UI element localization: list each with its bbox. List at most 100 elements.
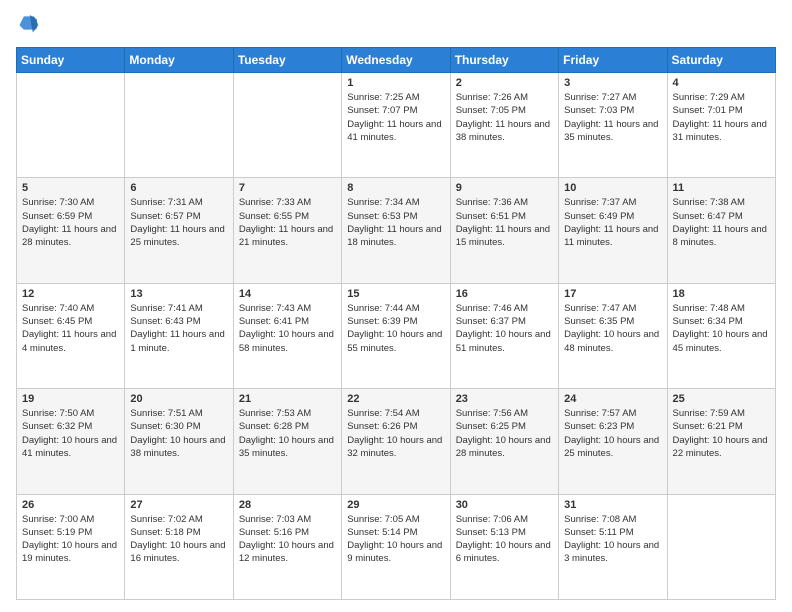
day-number: 25 <box>673 393 770 405</box>
day-number: 11 <box>673 182 770 194</box>
calendar-cell: 25 Sunrise: 7:59 AM Sunset: 6:21 PM Dayli… <box>667 389 775 494</box>
day-number: 3 <box>564 77 661 89</box>
calendar-cell: 12Sunrise: 7:40 AM Sunset: 6:45 PM Dayli… <box>17 283 125 388</box>
day-number: 31 <box>564 499 661 511</box>
calendar-week-row: 26Sunrise: 7:00 AM Sunset: 5:19 PM Dayli… <box>17 494 776 599</box>
day-number: 6 <box>130 182 227 194</box>
day-number: 10 <box>564 182 661 194</box>
calendar-week-row: 12Sunrise: 7:40 AM Sunset: 6:45 PM Dayli… <box>17 283 776 388</box>
header <box>16 12 776 39</box>
day-number: 17 <box>564 288 661 300</box>
weekday-header: Wednesday <box>342 48 450 73</box>
day-info: Sunrise: 7:06 AM Sunset: 5:13 PM Dayligh… <box>456 513 553 566</box>
day-number: 30 <box>456 499 553 511</box>
day-info: Sunrise: 7:38 AM Sunset: 6:47 PM Dayligh… <box>673 196 770 249</box>
day-info: Sunrise: 7:33 AM Sunset: 6:55 PM Dayligh… <box>239 196 336 249</box>
calendar-cell: 4 Sunrise: 7:29 AM Sunset: 7:01 PM Daylig… <box>667 73 775 178</box>
day-number: 7 <box>239 182 336 194</box>
day-info: Sunrise: 7:50 AM Sunset: 6:32 PM Dayligh… <box>22 407 119 460</box>
day-info: Sunrise: 7:53 AM Sunset: 6:28 PM Dayligh… <box>239 407 336 460</box>
day-number: 27 <box>130 499 227 511</box>
day-number: 29 <box>347 499 444 511</box>
day-number: 8 <box>347 182 444 194</box>
day-info: Sunrise: 7:57 AM Sunset: 6:23 PM Dayligh… <box>564 407 661 460</box>
day-number: 14 <box>239 288 336 300</box>
weekday-header: Tuesday <box>233 48 341 73</box>
calendar-cell: 8Sunrise: 7:34 AM Sunset: 6:53 PM Daylig… <box>342 178 450 283</box>
calendar-week-row: 5 Sunrise: 7:30 AM Sunset: 6:59 PM Daylig… <box>17 178 776 283</box>
day-number: 9 <box>456 182 553 194</box>
calendar-cell: 1Sunrise: 7:25 AM Sunset: 7:07 PM Daylig… <box>342 73 450 178</box>
day-info: Sunrise: 7:29 AM Sunset: 7:01 PM Dayligh… <box>673 91 770 144</box>
day-info: Sunrise: 7:51 AM Sunset: 6:30 PM Dayligh… <box>130 407 227 460</box>
day-info: Sunrise: 7:46 AM Sunset: 6:37 PM Dayligh… <box>456 302 553 355</box>
calendar-cell: 27 Sunrise: 7:02 AM Sunset: 5:18 PM Dayli… <box>125 494 233 599</box>
calendar-cell: 6 Sunrise: 7:31 AM Sunset: 6:57 PM Daylig… <box>125 178 233 283</box>
day-info: Sunrise: 7:36 AM Sunset: 6:51 PM Dayligh… <box>456 196 553 249</box>
day-info: Sunrise: 7:41 AM Sunset: 6:43 PM Dayligh… <box>130 302 227 355</box>
calendar-cell: 20 Sunrise: 7:51 AM Sunset: 6:30 PM Dayli… <box>125 389 233 494</box>
calendar-cell: 5 Sunrise: 7:30 AM Sunset: 6:59 PM Daylig… <box>17 178 125 283</box>
calendar-cell: 26Sunrise: 7:00 AM Sunset: 5:19 PM Dayli… <box>17 494 125 599</box>
calendar-cell: 21 Sunrise: 7:53 AM Sunset: 6:28 PM Dayli… <box>233 389 341 494</box>
day-number: 22 <box>347 393 444 405</box>
calendar-cell: 7 Sunrise: 7:33 AM Sunset: 6:55 PM Daylig… <box>233 178 341 283</box>
weekday-header: Thursday <box>450 48 558 73</box>
day-info: Sunrise: 7:03 AM Sunset: 5:16 PM Dayligh… <box>239 513 336 566</box>
day-info: Sunrise: 7:02 AM Sunset: 5:18 PM Dayligh… <box>130 513 227 566</box>
day-info: Sunrise: 7:48 AM Sunset: 6:34 PM Dayligh… <box>673 302 770 355</box>
day-info: Sunrise: 7:26 AM Sunset: 7:05 PM Dayligh… <box>456 91 553 144</box>
calendar-cell: 18 Sunrise: 7:48 AM Sunset: 6:34 PM Dayli… <box>667 283 775 388</box>
calendar-cell: 10 Sunrise: 7:37 AM Sunset: 6:49 PM Dayli… <box>559 178 667 283</box>
weekday-header-row: SundayMondayTuesdayWednesdayThursdayFrid… <box>17 48 776 73</box>
day-number: 20 <box>130 393 227 405</box>
day-number: 15 <box>347 288 444 300</box>
day-number: 4 <box>673 77 770 89</box>
day-info: Sunrise: 7:59 AM Sunset: 6:21 PM Dayligh… <box>673 407 770 460</box>
calendar-cell: 23 Sunrise: 7:56 AM Sunset: 6:25 PM Dayli… <box>450 389 558 494</box>
calendar-cell <box>233 73 341 178</box>
calendar-cell: 14Sunrise: 7:43 AM Sunset: 6:41 PM Dayli… <box>233 283 341 388</box>
calendar-cell: 3 Sunrise: 7:27 AM Sunset: 7:03 PM Daylig… <box>559 73 667 178</box>
calendar-cell: 24 Sunrise: 7:57 AM Sunset: 6:23 PM Dayli… <box>559 389 667 494</box>
calendar-cell: 13 Sunrise: 7:41 AM Sunset: 6:43 PM Dayli… <box>125 283 233 388</box>
day-info: Sunrise: 7:40 AM Sunset: 6:45 PM Dayligh… <box>22 302 119 355</box>
calendar-cell: 11 Sunrise: 7:38 AM Sunset: 6:47 PM Dayli… <box>667 178 775 283</box>
calendar-cell: 19 Sunrise: 7:50 AM Sunset: 6:32 PM Dayli… <box>17 389 125 494</box>
day-number: 24 <box>564 393 661 405</box>
calendar-week-row: 1Sunrise: 7:25 AM Sunset: 7:07 PM Daylig… <box>17 73 776 178</box>
day-number: 19 <box>22 393 119 405</box>
day-info: Sunrise: 7:56 AM Sunset: 6:25 PM Dayligh… <box>456 407 553 460</box>
day-number: 23 <box>456 393 553 405</box>
calendar-cell <box>17 73 125 178</box>
calendar-cell: 9 Sunrise: 7:36 AM Sunset: 6:51 PM Daylig… <box>450 178 558 283</box>
day-info: Sunrise: 7:44 AM Sunset: 6:39 PM Dayligh… <box>347 302 444 355</box>
day-info: Sunrise: 7:47 AM Sunset: 6:35 PM Dayligh… <box>564 302 661 355</box>
calendar: SundayMondayTuesdayWednesdayThursdayFrid… <box>16 47 776 600</box>
calendar-cell: 29 Sunrise: 7:05 AM Sunset: 5:14 PM Dayli… <box>342 494 450 599</box>
calendar-cell <box>667 494 775 599</box>
day-info: Sunrise: 7:37 AM Sunset: 6:49 PM Dayligh… <box>564 196 661 249</box>
day-number: 13 <box>130 288 227 300</box>
day-number: 21 <box>239 393 336 405</box>
day-number: 18 <box>673 288 770 300</box>
day-info: Sunrise: 7:05 AM Sunset: 5:14 PM Dayligh… <box>347 513 444 566</box>
day-number: 16 <box>456 288 553 300</box>
calendar-cell: 22Sunrise: 7:54 AM Sunset: 6:26 PM Dayli… <box>342 389 450 494</box>
day-info: Sunrise: 7:27 AM Sunset: 7:03 PM Dayligh… <box>564 91 661 144</box>
calendar-cell: 17 Sunrise: 7:47 AM Sunset: 6:35 PM Dayli… <box>559 283 667 388</box>
day-number: 5 <box>22 182 119 194</box>
calendar-cell: 15 Sunrise: 7:44 AM Sunset: 6:39 PM Dayli… <box>342 283 450 388</box>
weekday-header: Sunday <box>17 48 125 73</box>
calendar-cell <box>125 73 233 178</box>
page: SundayMondayTuesdayWednesdayThursdayFrid… <box>0 0 792 612</box>
calendar-cell: 31 Sunrise: 7:08 AM Sunset: 5:11 PM Dayli… <box>559 494 667 599</box>
day-info: Sunrise: 7:08 AM Sunset: 5:11 PM Dayligh… <box>564 513 661 566</box>
calendar-cell: 30 Sunrise: 7:06 AM Sunset: 5:13 PM Dayli… <box>450 494 558 599</box>
day-info: Sunrise: 7:30 AM Sunset: 6:59 PM Dayligh… <box>22 196 119 249</box>
calendar-cell: 16 Sunrise: 7:46 AM Sunset: 6:37 PM Dayli… <box>450 283 558 388</box>
day-number: 2 <box>456 77 553 89</box>
day-info: Sunrise: 7:25 AM Sunset: 7:07 PM Dayligh… <box>347 91 444 144</box>
day-number: 28 <box>239 499 336 511</box>
day-info: Sunrise: 7:31 AM Sunset: 6:57 PM Dayligh… <box>130 196 227 249</box>
